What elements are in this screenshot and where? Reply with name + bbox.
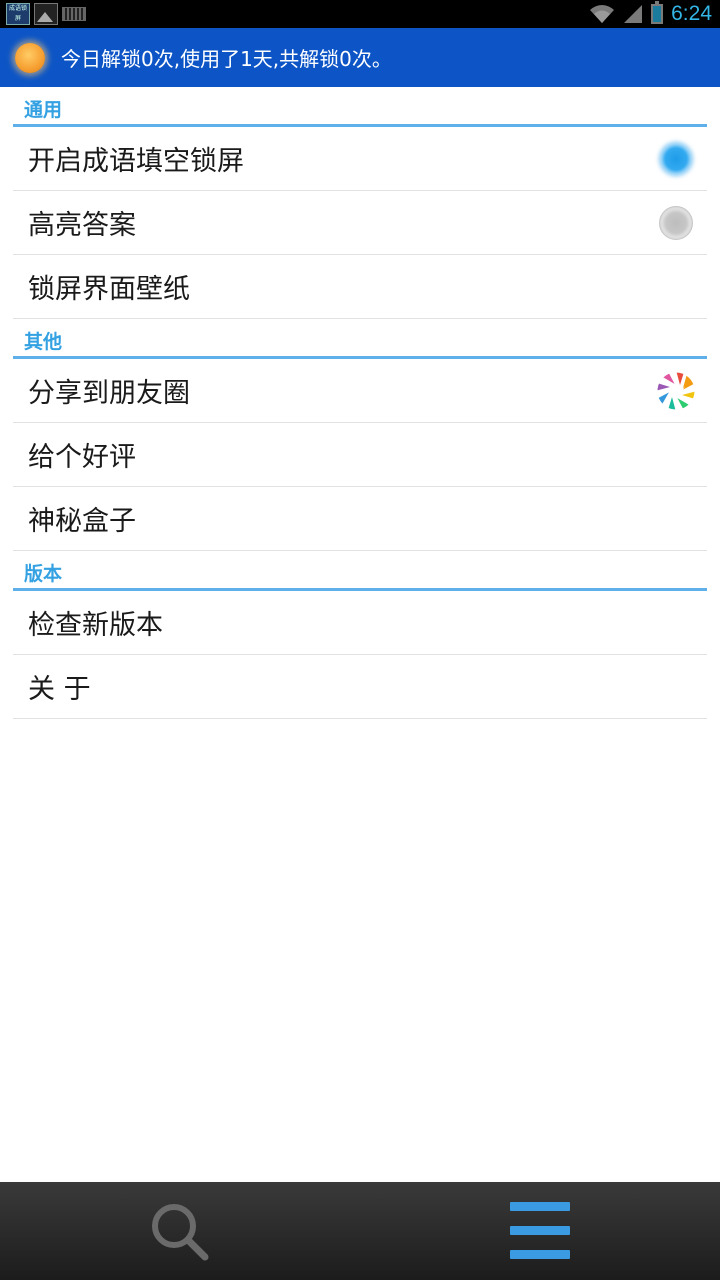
section-title-other: 其他 [13,319,707,359]
setting-label: 神秘盒子 [28,506,136,537]
section-title-general: 通用 [13,87,707,127]
setting-share-moments[interactable]: 分享到朋友圈 [13,359,707,423]
setting-mystery-box[interactable]: 神秘盒子 [13,487,707,551]
menu-icon [508,1200,572,1264]
notification-icons: 成语锁屏 [6,3,86,25]
setting-enable-lockscreen[interactable]: 开启成语填空锁屏 [13,127,707,191]
unlock-stats-header: 今日解锁0次,使用了1天,共解锁0次。 [0,28,720,87]
setting-label: 检查新版本 [28,610,163,641]
setting-label: 分享到朋友圈 [28,378,190,409]
setting-highlight-answer[interactable]: 高亮答案 [13,191,707,255]
search-button[interactable] [148,1200,212,1264]
setting-rate-app[interactable]: 给个好评 [13,423,707,487]
enable-lockscreen-radio[interactable] [659,141,693,176]
settings-list: 通用 开启成语填空锁屏 高亮答案 锁屏界面壁纸 其他 分享到朋友圈 给个好评 神… [13,87,707,719]
setting-about[interactable]: 关 于 [13,655,707,719]
keyboard-notification-icon [62,7,86,21]
search-icon [152,1204,209,1261]
setting-label: 锁屏界面壁纸 [28,274,190,305]
menu-button[interactable] [508,1200,572,1264]
screen: 成语锁屏 6:24 今日解锁0次,使用了1天,共解锁0次。 通用 开启成语填空锁… [0,0,720,1280]
unlock-stats-message: 今日解锁0次,使用了1天,共解锁0次。 [61,47,392,71]
highlight-answer-radio[interactable] [659,205,693,240]
wifi-icon [589,4,615,24]
status-bar: 成语锁屏 6:24 [0,0,720,28]
signal-icon [623,4,643,24]
app-notification-icon: 成语锁屏 [6,3,30,25]
setting-label: 开启成语填空锁屏 [28,146,244,177]
status-icons: 6:24 [589,0,712,28]
sun-icon [15,42,45,73]
setting-check-update[interactable]: 检查新版本 [13,591,707,655]
setting-label: 关 于 [28,674,91,705]
setting-lockscreen-wallpaper[interactable]: 锁屏界面壁纸 [13,255,707,319]
setting-label: 高亮答案 [28,210,136,241]
status-time: 6:24 [671,2,712,25]
image-notification-icon [34,3,58,25]
moments-icon [653,368,699,414]
battery-icon [651,1,664,24]
section-title-version: 版本 [13,551,707,591]
bottom-action-bar [0,1182,720,1280]
setting-label: 给个好评 [28,442,136,473]
